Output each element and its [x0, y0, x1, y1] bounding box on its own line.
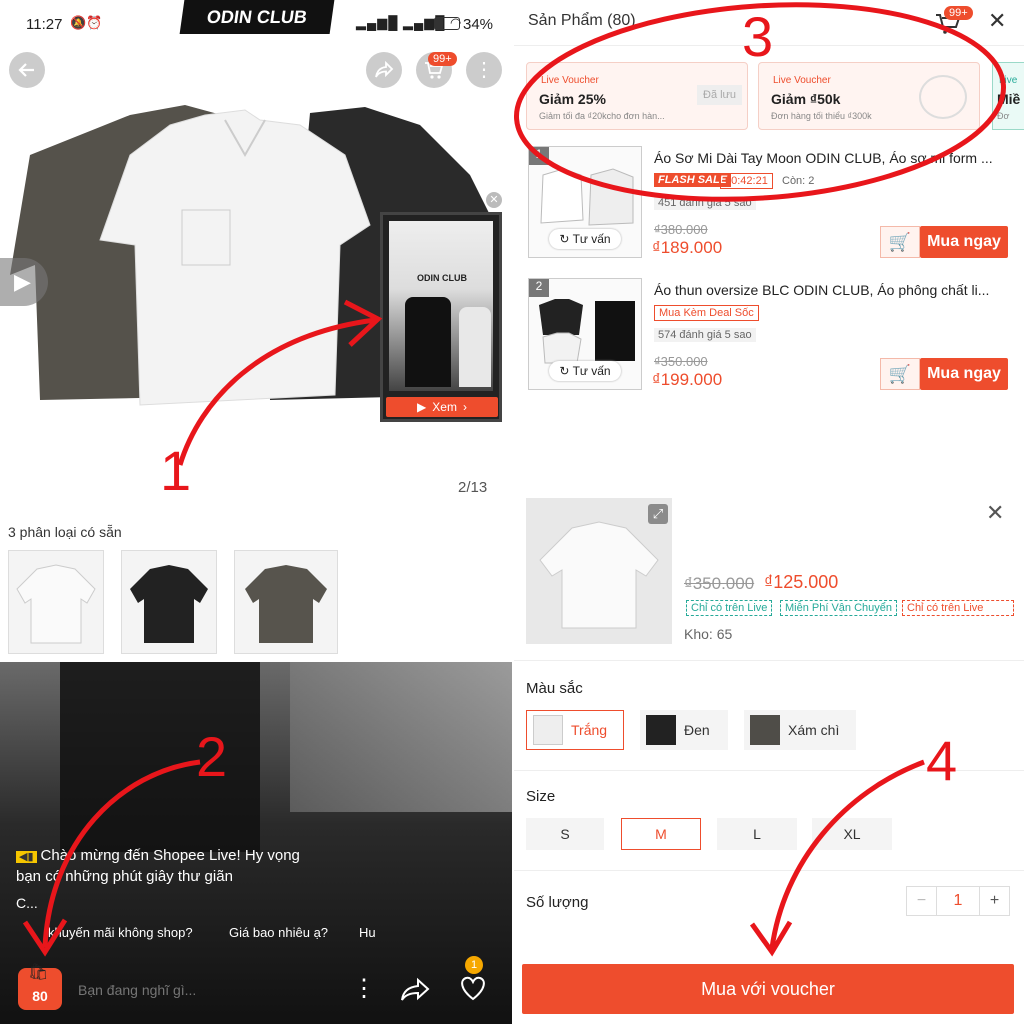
live-only-tag: Chỉ có trên Live — [686, 600, 773, 616]
brand-logo: ODIN CLUB — [179, 0, 335, 34]
comment-input[interactable] — [78, 978, 328, 1002]
share-button[interactable] — [366, 52, 402, 88]
current-price: ₫199.000 — [652, 370, 723, 389]
variant-thumb-white[interactable] — [8, 550, 104, 654]
product-name[interactable]: Áo thun oversize BLC ODIN CLUB, Áo phông… — [654, 282, 1014, 298]
size-label: Size — [526, 788, 556, 805]
free-shipping-tag: Miễn Phí Vận Chuyển — [780, 600, 898, 616]
divider — [514, 660, 1024, 661]
black-swatch — [646, 715, 676, 745]
current-price: ₫125.000 — [764, 572, 839, 592]
cart-badge: 99+ — [428, 52, 457, 66]
plus-icon[interactable]: + — [979, 887, 1009, 915]
play-video-button[interactable]: ▶ — [0, 258, 48, 306]
variant-thumb-black[interactable] — [121, 550, 217, 654]
product-tshirts-image — [539, 299, 635, 364]
old-price: ₫380.000 — [654, 222, 708, 237]
product-image[interactable]: 2 ↻ Tư vấn — [528, 278, 642, 390]
add-to-cart-button[interactable]: 🛒 — [880, 358, 920, 390]
variants-title: 3 phân loại có sẵn — [8, 524, 122, 540]
selected-product-image[interactable]: ⤢ — [526, 498, 672, 644]
image-counter: 2/13 — [448, 476, 498, 499]
headset-icon: ↻ — [559, 364, 573, 378]
live-only-tag: Chỉ có trên Live — [902, 600, 1014, 616]
bag-count: 80 — [32, 988, 48, 1004]
stock-label: Kho: 65 — [684, 626, 733, 642]
white-shirt-image — [16, 564, 96, 644]
consult-button[interactable]: ↻ Tư vấn — [549, 229, 621, 249]
cart-plus-icon: 🛒 — [888, 231, 912, 252]
buy-now-button[interactable]: Mua ngay — [920, 358, 1008, 390]
add-to-cart-button[interactable]: 🛒 — [880, 226, 920, 258]
more-button[interactable]: ⋮ — [466, 52, 502, 88]
chevron-right-icon: › — [462, 400, 467, 414]
size-option-m[interactable]: M — [621, 818, 701, 850]
consult-button[interactable]: ↻ Tư vấn — [549, 361, 621, 381]
annotation-label-2: 2 — [196, 725, 228, 788]
video-brand: ODIN CLUB — [417, 273, 467, 283]
close-icon[interactable]: ✕ — [986, 500, 1004, 526]
rating-label: 574 đánh giá 5 sao — [654, 328, 756, 342]
white-swatch — [533, 715, 563, 745]
annotation-arrow-4 — [749, 759, 925, 957]
color-option-gray[interactable]: Xám chì — [744, 710, 856, 750]
annotation-label-1: 1 — [160, 439, 192, 502]
variant-selector-panel: ⤢ ✕ ₫350.000 ₫125.000 Chỉ có trên Live M… — [514, 490, 1024, 1024]
gray-shirt-image — [245, 565, 327, 643]
variant-thumb-gray[interactable] — [234, 550, 338, 654]
more-vertical-icon[interactable]: ⋮ — [352, 974, 376, 1003]
annotation-label-3: 3 — [742, 5, 774, 68]
color-option-white[interactable]: Trắng — [526, 710, 624, 750]
share-icon[interactable] — [400, 976, 432, 1002]
close-mini-video-button[interactable]: ✕ — [486, 192, 502, 208]
share-icon — [375, 60, 394, 78]
status-time: 11:27 — [26, 16, 63, 33]
annotation-arrow-2 — [22, 759, 201, 957]
arrow-left-icon — [18, 63, 34, 77]
more-vertical-icon: ⋮ — [474, 59, 494, 81]
expand-icon[interactable]: ⤢ — [648, 504, 668, 524]
gray-swatch — [750, 715, 780, 745]
current-price: ₫189.000 — [652, 238, 723, 257]
buy-with-voucher-button[interactable]: Mua với voucher — [522, 964, 1014, 1014]
mini-live-video[interactable]: ODIN CLUB ▶ Xem › — [380, 212, 502, 422]
play-icon: ▶ — [14, 269, 31, 294]
watch-button[interactable]: ▶ Xem › — [386, 397, 498, 417]
video-icon: ▶ — [417, 400, 427, 414]
quantity-label: Số lượng — [526, 894, 589, 911]
old-price: ₫350.000 — [684, 574, 755, 593]
battery-text: 34% — [463, 16, 494, 33]
old-price: ₫350.000 — [654, 354, 708, 369]
live-stream-panel: 3 phân loại có sẵn ◀▮ Chào mừng đến Shope… — [0, 512, 512, 1024]
product-list-panel: Sản Phẩm (80) 99+ ✕ Live Voucher Giảm 25… — [514, 0, 1024, 490]
headset-icon: ↻ — [559, 232, 573, 246]
size-option-s[interactable]: S — [526, 818, 604, 850]
quick-reply-chip[interactable]: Giá bao nhiêu ạ? — [229, 925, 328, 940]
battery-icon — [434, 17, 460, 30]
close-icon: ✕ — [489, 194, 499, 206]
person-figure — [405, 297, 451, 387]
black-shirt-image — [130, 565, 208, 643]
annotation-label-4: 4 — [926, 729, 958, 792]
heart-icon[interactable] — [458, 974, 488, 1002]
cart-plus-icon: 🛒 — [888, 363, 912, 384]
color-option-black[interactable]: Đen — [640, 710, 728, 750]
like-badge: 1 — [465, 956, 483, 974]
deal-label: Mua Kèm Deal Sốc — [654, 305, 759, 321]
mute-icon: 🔕⏰ — [70, 15, 103, 30]
product-image-panel: 11:27 🔕⏰ ▂▄▆█ ▂▄▆█ ◠ 34% ODIN CLUB 99+ ⋮… — [0, 0, 512, 512]
shopping-bag-icon: 🛍 — [28, 964, 49, 981]
back-button[interactable] — [9, 52, 45, 88]
live-video-frame: ODIN CLUB — [389, 221, 493, 391]
color-label: Màu sắc — [526, 680, 583, 697]
person-figure — [459, 307, 491, 387]
quick-reply-chip[interactable]: Hu — [359, 925, 376, 940]
background-wall — [290, 662, 512, 812]
buy-now-button[interactable]: Mua ngay — [920, 226, 1008, 258]
shopping-bag-button[interactable]: 🛍 80 — [18, 964, 62, 1010]
